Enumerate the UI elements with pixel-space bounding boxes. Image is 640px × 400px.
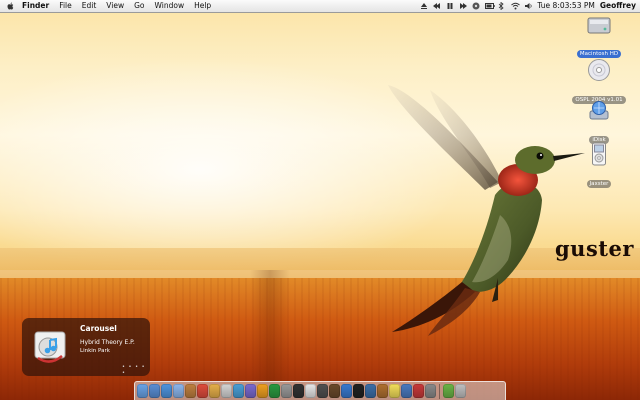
finder-dock-icon[interactable] — [137, 384, 148, 398]
ichat-dock-icon[interactable] — [173, 384, 184, 398]
hard-drive-icon — [569, 14, 629, 40]
mail-dock-icon[interactable] — [149, 384, 160, 398]
menu-file[interactable]: File — [54, 0, 77, 12]
desktop-icon-idisk[interactable]: iDisk — [569, 100, 629, 145]
menu-finder[interactable]: Finder — [17, 0, 54, 12]
safari-dock-icon[interactable] — [161, 384, 172, 398]
network-dock-icon[interactable] — [269, 384, 280, 398]
play-pause-icon[interactable] — [446, 2, 454, 10]
menu-edit[interactable]: Edit — [77, 0, 102, 12]
desktop-icon-ospl-disc[interactable]: OSPL 2004 v1.01 — [569, 58, 629, 105]
address-book-dock-icon[interactable] — [185, 384, 196, 398]
internet-connect-dock-icon[interactable] — [401, 384, 412, 398]
dictionary-dock-icon[interactable] — [329, 384, 340, 398]
menu-view[interactable]: View — [101, 0, 129, 12]
textedit-dock-icon[interactable] — [305, 384, 316, 398]
notification-album: Hybrid Theory E.P. — [80, 339, 135, 346]
calculator-dock-icon[interactable] — [317, 384, 328, 398]
notification-rating: • • • • • — [122, 364, 146, 376]
iphoto-dock-icon[interactable] — [233, 384, 244, 398]
itunes-menu-icon[interactable] — [472, 2, 480, 10]
now-playing-notification: Carousel Hybrid Theory E.P. Linkin Park … — [22, 318, 150, 376]
idisk-icon — [569, 100, 629, 126]
menu-window[interactable]: Window — [150, 0, 190, 12]
imovie-dock-icon[interactable] — [245, 384, 256, 398]
previous-track-icon[interactable] — [433, 2, 441, 10]
desktop-icon-label: Macintosh HD — [576, 50, 622, 58]
wallpaper-caption: guster — [555, 236, 634, 261]
battery-icon[interactable] — [485, 2, 496, 10]
itunes-dock-icon[interactable] — [221, 384, 232, 398]
itunes-album-art-icon — [32, 328, 72, 366]
dock — [134, 381, 506, 400]
bluetooth-icon[interactable] — [498, 1, 506, 11]
chess-dock-icon[interactable] — [425, 384, 436, 398]
notification-song-title: Carousel — [80, 324, 117, 333]
garageband-dock-icon[interactable] — [257, 384, 268, 398]
notification-artist: Linkin Park — [80, 348, 110, 354]
dock-separator — [439, 383, 440, 399]
dvd-player-dock-icon[interactable] — [353, 384, 364, 398]
downloads-dock-icon[interactable] — [443, 384, 454, 398]
fast-user-switch[interactable]: Geoffrey — [600, 0, 636, 12]
terminal-dock-icon[interactable] — [293, 384, 304, 398]
apple-menu-icon[interactable] — [6, 0, 17, 12]
eject-icon[interactable] — [420, 2, 428, 10]
wifi-icon[interactable] — [511, 2, 521, 10]
menu-help[interactable]: Help — [189, 0, 216, 12]
font-book-dock-icon[interactable] — [413, 384, 424, 398]
volume-icon[interactable] — [524, 2, 532, 10]
desktop-icon-label: Jaxster — [586, 180, 612, 188]
desktop-icon-macintosh-hd[interactable]: Macintosh HD — [569, 14, 629, 59]
image-capture-dock-icon[interactable] — [365, 384, 376, 398]
desktop-icon-jaxster[interactable]: Jaxster — [569, 142, 629, 189]
system-prefs-dock-icon[interactable] — [281, 384, 292, 398]
menu-go[interactable]: Go — [129, 0, 149, 12]
next-track-icon[interactable] — [459, 2, 468, 10]
preview-dock-icon[interactable] — [209, 384, 220, 398]
hummingbird-image — [388, 85, 585, 336]
ipod-icon — [569, 142, 629, 170]
menu-bar: Finder File Edit View Go Window Help Tue… — [0, 0, 640, 13]
cd-disc-icon — [569, 58, 629, 86]
ical-dock-icon[interactable] — [197, 384, 208, 398]
quicktime-dock-icon[interactable] — [341, 384, 352, 398]
menubar-clock[interactable]: Tue 8:03:53 PM — [537, 0, 594, 12]
stickies-dock-icon[interactable] — [389, 384, 400, 398]
sherlock-dock-icon[interactable] — [377, 384, 388, 398]
trash-dock-icon[interactable] — [455, 384, 466, 398]
